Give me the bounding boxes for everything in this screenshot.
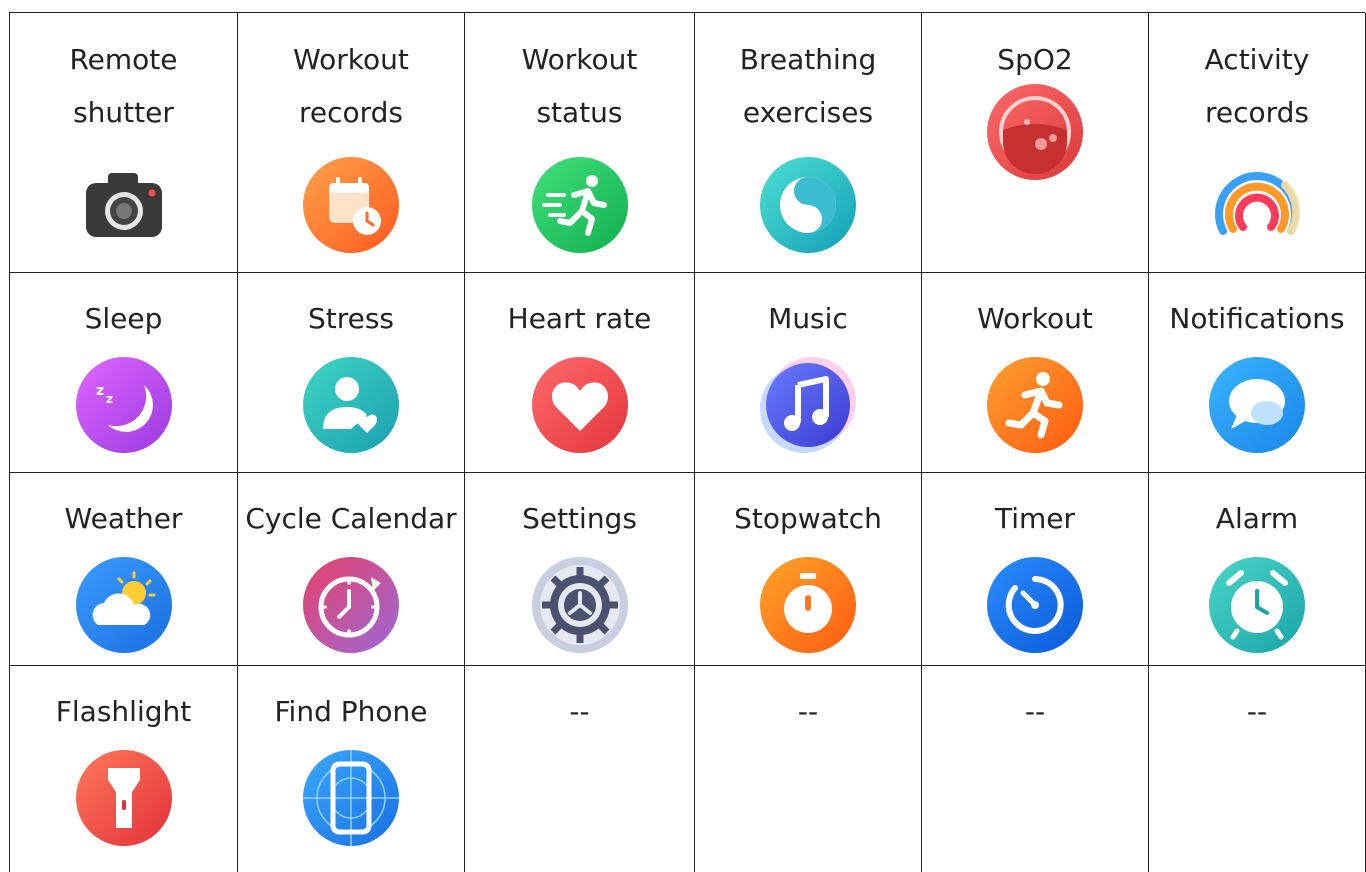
camera-icon — [74, 155, 174, 255]
cell-label: Workout status — [521, 43, 638, 129]
cell-heart-rate: Heart rate — [465, 273, 695, 473]
cell-label: Flashlight — [55, 695, 192, 728]
person-heart-icon — [301, 355, 401, 455]
app-icon-table: Remote shutter Workout records Workout s… — [9, 12, 1366, 872]
runner-icon — [985, 355, 1085, 455]
cell-music: Music — [695, 273, 922, 473]
cell-alarm: Alarm — [1149, 473, 1366, 666]
cell-spo2: SpO2 — [922, 13, 1149, 273]
cycle-clock-icon — [301, 555, 401, 655]
cell-label: Weather — [64, 502, 183, 535]
cell-empty-2: -- — [695, 666, 922, 872]
cell-find-phone: Find Phone — [238, 666, 465, 872]
svg-text:z: z — [106, 392, 113, 406]
cell-breathing-exercises: Breathing exercises — [695, 13, 922, 273]
running-person-icon — [530, 155, 630, 255]
cell-label: -- — [569, 695, 590, 728]
cell-label: Sleep — [84, 302, 163, 335]
cell-label: -- — [1246, 695, 1268, 728]
cell-label: Workout records — [293, 43, 409, 129]
cell-empty-3: -- — [922, 666, 1149, 872]
cell-label: SpO2 — [997, 43, 1073, 76]
cell-workout: Workout — [922, 273, 1149, 473]
cell-activity-records: Activity records — [1149, 13, 1366, 273]
cell-settings: Settings — [465, 473, 695, 666]
cell-label: -- — [1024, 695, 1046, 728]
activity-rings-icon — [1207, 155, 1307, 255]
heart-icon — [530, 355, 630, 455]
cell-label: Alarm — [1215, 502, 1299, 535]
cell-timer: Timer — [922, 473, 1149, 666]
phone-search-icon — [301, 748, 401, 848]
cell-empty-4: -- — [1149, 666, 1366, 872]
moon-icon: z z — [74, 355, 174, 455]
cell-workout-status: Workout status — [465, 13, 695, 273]
music-note-icon — [758, 355, 858, 455]
cell-label: Timer — [994, 502, 1076, 535]
cell-remote-shutter: Remote shutter — [10, 13, 238, 273]
cell-workout-records: Workout records — [238, 13, 465, 273]
breathing-icon — [758, 155, 858, 255]
cell-label: Notifications — [1169, 302, 1345, 335]
cell-label: Heart rate — [507, 302, 652, 335]
cell-label: Breathing exercises — [739, 43, 877, 129]
cell-label: Settings — [522, 502, 637, 535]
flashlight-icon — [74, 748, 174, 848]
chat-bubble-icon — [1207, 355, 1307, 455]
cell-sleep: Sleep z z — [10, 273, 238, 473]
cell-label: Cycle Calendar — [245, 502, 457, 535]
cell-label: Stopwatch — [734, 502, 882, 535]
cell-notifications: Notifications — [1149, 273, 1366, 473]
cell-stopwatch: Stopwatch — [695, 473, 922, 666]
timer-icon — [985, 555, 1085, 655]
cell-stress: Stress — [238, 273, 465, 473]
sun-cloud-icon — [74, 555, 174, 655]
stopwatch-icon — [758, 555, 858, 655]
alarm-clock-icon — [1207, 555, 1307, 655]
cell-cycle-calendar: Cycle Calendar — [238, 473, 465, 666]
cell-label: Workout — [977, 302, 1093, 335]
cell-label: Find Phone — [274, 695, 428, 728]
calendar-clock-icon — [301, 155, 401, 255]
cell-label: Stress — [307, 302, 395, 335]
cell-empty-1: -- — [465, 666, 695, 872]
cell-label: Activity records — [1204, 43, 1310, 129]
svg-text:z: z — [96, 383, 104, 399]
blood-oxygen-icon — [985, 82, 1085, 182]
cell-label: Remote shutter — [69, 43, 178, 129]
gear-icon — [530, 555, 630, 655]
cell-flashlight: Flashlight — [10, 666, 238, 872]
cell-weather: Weather — [10, 473, 238, 666]
cell-label: Music — [768, 302, 848, 335]
cell-label: -- — [797, 695, 819, 728]
